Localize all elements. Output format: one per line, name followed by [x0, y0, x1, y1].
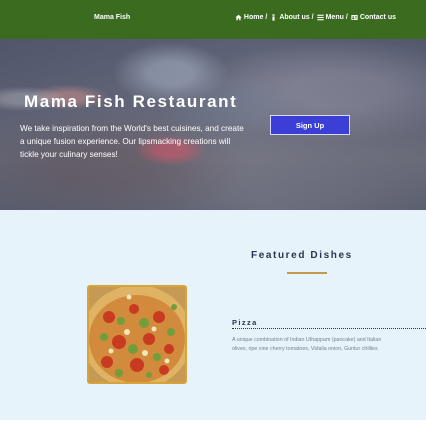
sign-up-button[interactable]: Sign Up	[270, 115, 350, 135]
nav-separator: /	[311, 14, 314, 21]
hero-description: We take inspiration from the World's bes…	[20, 124, 244, 159]
dish-divider	[232, 328, 426, 329]
nav-separator: /	[265, 14, 268, 21]
nav-contact-label: Contact us	[359, 14, 396, 21]
list-icon	[316, 14, 324, 21]
home-icon	[235, 14, 242, 21]
pizza-illustration	[89, 287, 185, 382]
nav-about[interactable]: About us /	[270, 14, 314, 21]
nav-menu-label: Menu	[325, 14, 344, 21]
featured-section: Featured Dishes Pizza A unique combinati…	[0, 210, 426, 426]
featured-title: Featured Dishes	[251, 250, 353, 261]
contact-card-icon	[351, 15, 358, 20]
nav-links: Home / About us / Menu / Contact us	[235, 14, 396, 21]
page-footer-edge	[0, 420, 426, 426]
nav-menu[interactable]: Menu /	[316, 14, 348, 21]
dish-description-line: A unique combination of Indian Uthappam …	[232, 337, 382, 343]
nav-contact[interactable]: Contact us	[351, 14, 396, 21]
featured-divider	[287, 272, 327, 274]
hero-title: Mama Fish Restaurant	[24, 92, 238, 111]
dish-name: Pizza	[232, 318, 258, 327]
nav-separator: /	[345, 14, 348, 21]
hero-banner: Mama Fish Restaurant We take inspiration…	[0, 39, 426, 210]
nav-home[interactable]: Home /	[235, 14, 267, 21]
brand-link[interactable]: Mama Fish	[94, 14, 130, 21]
nav-about-label: About us	[279, 14, 310, 21]
dish-description: A unique combination of Indian Uthappam …	[232, 336, 426, 354]
info-icon	[272, 14, 275, 21]
pizza-image	[87, 285, 187, 384]
nav-home-label: Home	[243, 14, 264, 21]
dish-description-line: olives, ripe vine cherry tomatoes, Vidal…	[232, 346, 378, 352]
navbar: Mama Fish Home / About us / Menu / Conta…	[0, 0, 426, 39]
